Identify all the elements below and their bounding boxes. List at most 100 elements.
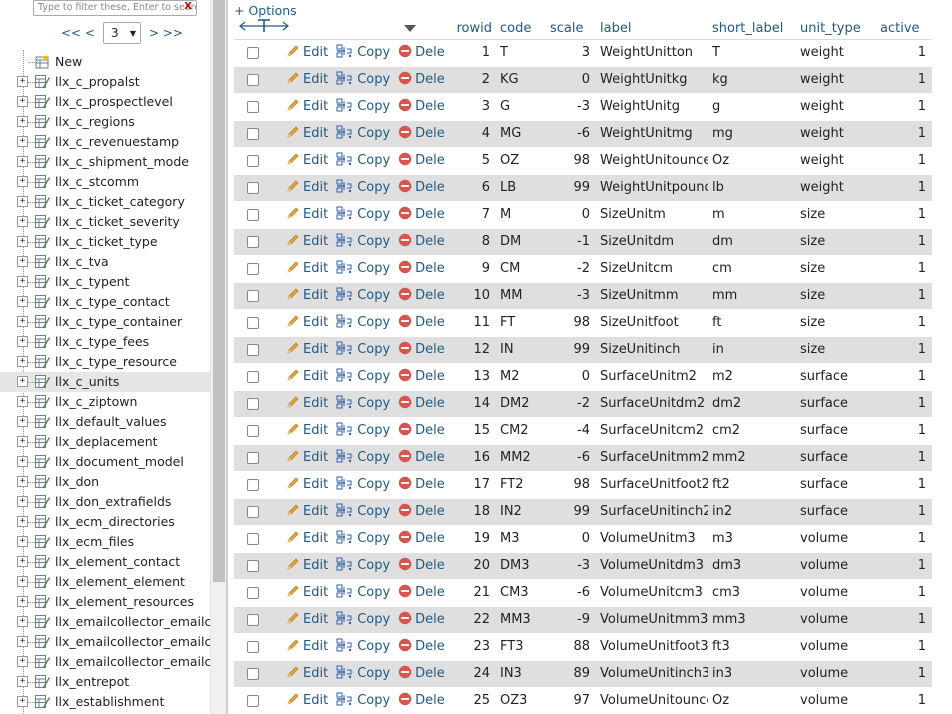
row-checkbox[interactable]: [247, 100, 259, 113]
table-icon[interactable]: [35, 455, 50, 468]
delete-button[interactable]: Delete: [398, 44, 444, 62]
cell-short-label[interactable]: dm2: [708, 389, 796, 417]
copy-button[interactable]: Copy: [336, 530, 390, 548]
table-icon[interactable]: [35, 695, 50, 708]
edit-button[interactable]: Edit: [286, 233, 328, 251]
table-icon[interactable]: [35, 415, 50, 428]
copy-button[interactable]: Copy: [336, 152, 390, 170]
tree-item-table[interactable]: + llx_c_ticket_category: [0, 192, 210, 212]
plus-expander-icon[interactable]: +: [17, 536, 28, 547]
cell-scale[interactable]: 89: [546, 659, 596, 687]
delete-button[interactable]: Delete: [398, 125, 444, 143]
cell-code[interactable]: MM2: [496, 443, 546, 471]
tree-item-label[interactable]: llx_entrepot: [55, 674, 129, 689]
cell-label[interactable]: VolumeUnitdm3: [596, 551, 708, 579]
row-checkbox[interactable]: [247, 451, 259, 464]
tree-item-table[interactable]: + llx_establishment: [0, 692, 210, 712]
tree-item-label[interactable]: llx_element_contact: [55, 554, 180, 569]
table-icon[interactable]: [35, 355, 50, 368]
cell-unit-type[interactable]: volume: [796, 686, 876, 714]
tree-item-table[interactable]: + llx_entrepot: [0, 672, 210, 692]
cell-rowid[interactable]: 15: [444, 416, 496, 444]
plus-expander-icon[interactable]: +: [17, 696, 28, 707]
cell-rowid[interactable]: 18: [444, 497, 496, 525]
copy-button[interactable]: Copy: [336, 314, 390, 332]
tree-item-label[interactable]: llx_c_units: [55, 374, 119, 389]
cell-code[interactable]: M: [496, 200, 546, 228]
copy-button[interactable]: Copy: [336, 206, 390, 224]
tree-item-table[interactable]: + llx_document_model: [0, 452, 210, 472]
cell-scale[interactable]: 0: [546, 524, 596, 552]
plus-expander-icon[interactable]: +: [17, 136, 28, 147]
table-icon[interactable]: [35, 335, 50, 348]
cell-unit-type[interactable]: weight: [796, 65, 876, 93]
plus-expander-icon[interactable]: +: [17, 156, 28, 167]
edit-button[interactable]: Edit: [286, 125, 328, 143]
row-checkbox[interactable]: [247, 667, 259, 680]
cell-unit-type[interactable]: weight: [796, 92, 876, 120]
row-checkbox[interactable]: [247, 559, 259, 572]
column-header-unit-type[interactable]: unit_type: [796, 18, 876, 40]
edit-button[interactable]: Edit: [286, 98, 328, 116]
cell-unit-type[interactable]: surface: [796, 470, 876, 498]
tree-item-label[interactable]: llx_ecm_directories: [55, 514, 175, 529]
tree-item-label[interactable]: llx_ecm_files: [55, 534, 134, 549]
row-checkbox[interactable]: [247, 424, 259, 437]
cell-unit-type[interactable]: size: [796, 281, 876, 309]
cell-label[interactable]: SizeUnitm: [596, 200, 708, 228]
scrollbar-thumb[interactable]: [213, 0, 225, 582]
tree-item-label[interactable]: llx_element_element: [55, 574, 185, 589]
tree-item-label[interactable]: llx_emailcollector_emailcol: [55, 634, 210, 649]
copy-button[interactable]: Copy: [336, 341, 390, 359]
cell-scale[interactable]: -3: [546, 551, 596, 579]
cell-short-label[interactable]: ft: [708, 308, 796, 336]
tree-item-label[interactable]: llx_c_tva: [55, 254, 109, 269]
edit-button[interactable]: Edit: [286, 44, 328, 62]
delete-button[interactable]: Delete: [398, 179, 444, 197]
copy-button[interactable]: Copy: [336, 44, 390, 62]
cell-unit-type[interactable]: volume: [796, 578, 876, 606]
cell-active[interactable]: 1: [876, 686, 932, 714]
edit-button[interactable]: Edit: [286, 584, 328, 602]
table-icon[interactable]: [35, 275, 50, 288]
edit-button[interactable]: Edit: [286, 503, 328, 521]
table-icon[interactable]: [35, 595, 50, 608]
cell-scale[interactable]: 99: [546, 497, 596, 525]
cell-active[interactable]: 1: [876, 497, 932, 525]
plus-expander-icon[interactable]: +: [17, 116, 28, 127]
plus-expander-icon[interactable]: +: [17, 336, 28, 347]
cell-label[interactable]: WeightUnitkg: [596, 65, 708, 93]
copy-button[interactable]: Copy: [336, 125, 390, 143]
cell-rowid[interactable]: 3: [444, 92, 496, 120]
cell-label[interactable]: WeightUnitmg: [596, 119, 708, 147]
table-icon[interactable]: [35, 535, 50, 548]
plus-expander-icon[interactable]: +: [17, 196, 28, 207]
cell-code[interactable]: FT3: [496, 632, 546, 660]
delete-button[interactable]: Delete: [398, 476, 444, 494]
row-checkbox[interactable]: [247, 46, 259, 59]
tree-item-table[interactable]: + llx_element_element: [0, 572, 210, 592]
table-icon[interactable]: [35, 655, 50, 668]
cell-code[interactable]: CM3: [496, 578, 546, 606]
cell-label[interactable]: SurfaceUnitinch2: [596, 497, 708, 525]
cell-rowid[interactable]: 8: [444, 227, 496, 255]
tree-item-table[interactable]: + llx_element_resources: [0, 592, 210, 612]
delete-button[interactable]: Delete: [398, 152, 444, 170]
cell-unit-type[interactable]: volume: [796, 659, 876, 687]
tree-item-label[interactable]: llx_c_typent: [55, 274, 129, 289]
tree-item-table[interactable]: + llx_c_units: [0, 372, 210, 392]
tree-item-label[interactable]: llx_deplacement: [55, 434, 158, 449]
cell-scale[interactable]: 0: [546, 362, 596, 390]
edit-button[interactable]: Edit: [286, 638, 328, 656]
copy-button[interactable]: Copy: [336, 71, 390, 89]
row-checkbox[interactable]: [247, 181, 259, 194]
row-checkbox[interactable]: [247, 478, 259, 491]
cell-active[interactable]: 1: [876, 173, 932, 201]
tree-item-table[interactable]: + llx_c_typent: [0, 272, 210, 292]
row-checkbox[interactable]: [247, 289, 259, 302]
cell-active[interactable]: 1: [876, 200, 932, 228]
tree-item-table[interactable]: + llx_c_regions: [0, 112, 210, 132]
cell-code[interactable]: DM2: [496, 389, 546, 417]
plus-expander-icon[interactable]: +: [17, 76, 28, 87]
delete-button[interactable]: Delete: [398, 638, 444, 656]
